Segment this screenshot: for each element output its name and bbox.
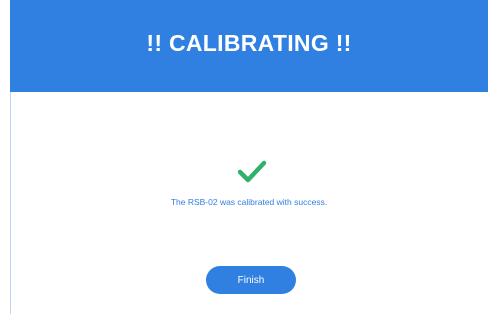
checkmark-icon bbox=[237, 160, 267, 183]
calibration-dialog: !! CALIBRATING !! The RSB-02 was calibra… bbox=[0, 0, 488, 314]
dialog-title: !! CALIBRATING !! bbox=[146, 29, 352, 56]
finish-button-label: Finish bbox=[237, 274, 265, 286]
success-message: The RSB-02 was calibrated with success. bbox=[170, 197, 328, 207]
finish-button[interactable]: Finish bbox=[206, 266, 296, 294]
dialog-header: !! CALIBRATING !! bbox=[10, 0, 488, 92]
